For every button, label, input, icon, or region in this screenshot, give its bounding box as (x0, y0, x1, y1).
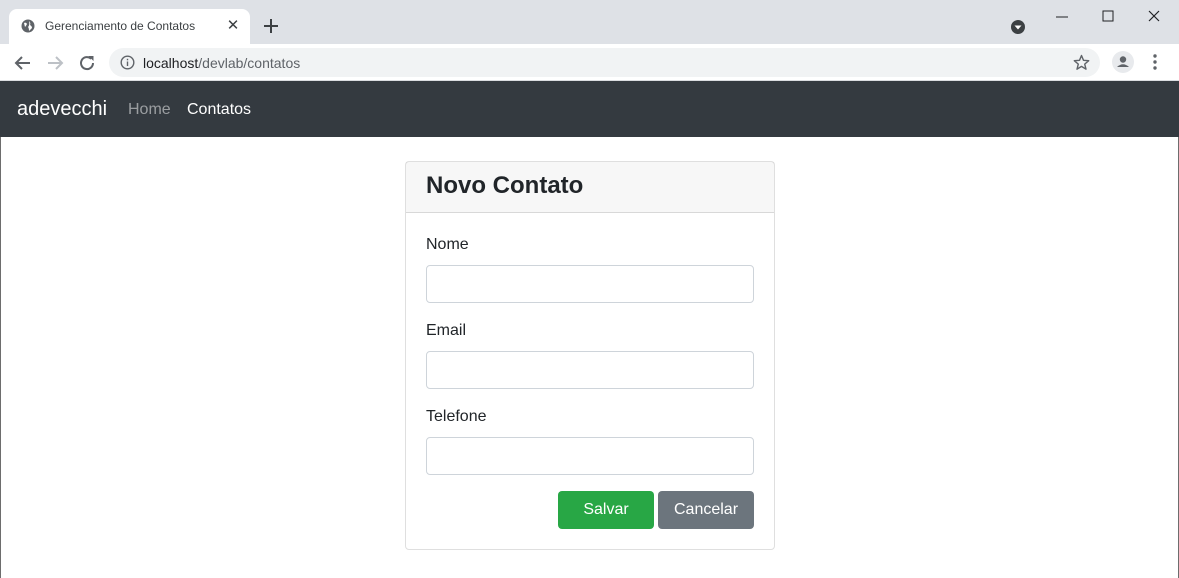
url-host: localhost (143, 55, 199, 71)
url-path: /devlab/contatos (198, 55, 301, 71)
telefone-label: Telefone (426, 408, 487, 425)
browser-toolbar: localhost/devlab/contatos (0, 44, 1179, 81)
card-header: Novo Contato (406, 162, 774, 213)
close-icon[interactable]: ✕ (225, 17, 241, 35)
telefone-input[interactable] (426, 437, 754, 475)
email-label: Email (426, 322, 467, 339)
save-button[interactable]: Salvar (558, 491, 654, 529)
plus-icon[interactable] (259, 14, 283, 38)
card-title: Novo Contato (426, 172, 584, 199)
nome-label: Nome (426, 236, 469, 253)
email-input[interactable] (426, 351, 754, 389)
nome-input[interactable] (426, 265, 754, 303)
profile-avatar-icon[interactable] (1112, 51, 1134, 73)
maximize-icon[interactable] (1096, 6, 1120, 28)
forward-arrow-icon[interactable] (44, 52, 66, 74)
bookmark-star-icon[interactable] (1073, 54, 1090, 71)
site-navbar: adevecchi Home Contatos (0, 81, 1179, 137)
kebab-menu-icon[interactable] (1147, 52, 1163, 72)
minimize-icon[interactable] (1050, 6, 1074, 28)
back-arrow-icon[interactable] (12, 52, 34, 74)
address-bar[interactable]: localhost/devlab/contatos (109, 48, 1100, 77)
close-window-icon[interactable] (1142, 6, 1166, 28)
browser-tab[interactable]: Gerenciamento de Contatos ✕ (9, 9, 250, 44)
reload-icon[interactable] (76, 52, 98, 74)
tab-search-icon[interactable] (1009, 18, 1027, 36)
navbar-brand[interactable]: adevecchi (17, 98, 107, 121)
globe-icon (21, 19, 35, 33)
browser-tab-strip: Gerenciamento de Contatos ✕ (0, 0, 1179, 44)
cancel-button[interactable]: Cancelar (658, 491, 754, 529)
nav-link-contatos[interactable]: Contatos (187, 101, 251, 119)
info-icon[interactable] (120, 55, 135, 70)
url-text: localhost/devlab/contatos (143, 55, 300, 71)
nav-link-home[interactable]: Home (128, 101, 171, 119)
tab-title: Gerenciamento de Contatos (45, 19, 196, 33)
new-contact-card: Novo Contato Nome Email Telefone Salvar … (405, 161, 775, 550)
page-content: Novo Contato Nome Email Telefone Salvar … (0, 137, 1179, 578)
